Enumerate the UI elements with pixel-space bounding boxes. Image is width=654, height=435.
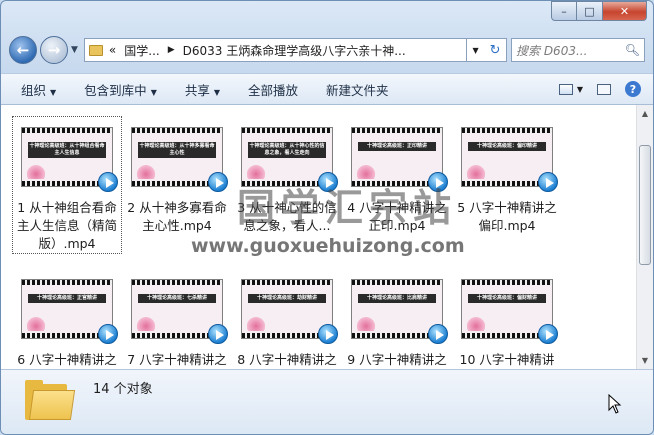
folder-icon [88,44,103,56]
breadcrumb-item[interactable]: D6033 王炳森命理学高级八字六亲十神... [183,42,406,59]
chevron-down-icon: ▼ [150,87,157,97]
lotus-icon [26,315,46,331]
minimize-button[interactable]: – [551,1,577,21]
breadcrumb-separator-icon[interactable]: ▶ [168,45,175,55]
play-icon [98,172,118,192]
command-bar: 组织 ▼ 包含到库中 ▼ 共享 ▼ 全部播放 新建文件夹 ▼ ? [1,73,653,105]
file-name[interactable]: 5 八字十神精讲之偏印.mp4 [453,199,561,235]
video-thumbnail[interactable]: 十神理论高级班：偏财精讲 [461,279,558,344]
recent-pages-dropdown[interactable]: ▼ [71,45,78,55]
video-thumbnail[interactable]: 十神理论高级班：正官精讲 [21,279,118,344]
lotus-icon [246,315,266,331]
video-thumbnail[interactable]: 十神理论高级班：比肩精讲 [351,279,448,344]
new-folder-button[interactable]: 新建文件夹 [326,80,389,99]
thumbnail-title: 十神理论高级班：七杀精讲 [138,294,216,303]
thumbnail-title: 十神理论高级班：从十神组合看命主人生信息 [28,142,106,158]
thumbnail-title: 十神理论高级班：比肩精讲 [358,294,436,303]
breadcrumb-overflow[interactable]: « [109,43,116,57]
file-name[interactable]: 7 八字十神精讲之偏官.mp4 [123,351,231,369]
file-item[interactable]: 十神理论高级班：比肩精讲 9 八字十神精讲之比肩.mp4 [343,269,451,369]
explorer-window: – □ ✕ ← → ▼ « 国学... ▶ D6033 王炳森命理学高级八字六亲… [0,0,654,435]
play-icon [208,172,228,192]
video-thumbnail[interactable]: 十神理论高级班：偏印精讲 [461,127,558,192]
file-item[interactable]: 十神理论高级班：劫财精讲 8 八字十神精讲之劫财,.mp4 [233,269,341,369]
navigation-bar: ← → ▼ « 国学... ▶ D6033 王炳森命理学高级八字六亲十神... … [9,35,645,65]
back-arrow-icon: ← [16,41,30,59]
vertical-scrollbar[interactable]: ▲ ▼ [636,105,653,369]
help-icon[interactable]: ? [625,81,641,97]
file-name[interactable]: 10 八字十神精讲之偏财.mp4 [453,351,561,369]
forward-arrow-icon: → [47,41,61,59]
item-count: 14 个对象 [93,382,153,397]
thumbnail-title: 十神理论高级班：偏印精讲 [468,142,546,151]
chevron-down-icon: ▼ [213,87,221,97]
toolbar-right: ▼ ? [545,81,641,97]
preview-pane-icon[interactable] [597,83,611,95]
caption-buttons: – □ ✕ [551,1,647,21]
file-item[interactable]: 十神理论高级班：从十神组合看命主人生信息 1 从十神组合看命主人生信息（精简版）.… [12,116,122,254]
lotus-icon [466,315,486,331]
scroll-down-icon[interactable]: ▼ [637,352,653,369]
address-tools: ▼ ↻ [467,38,507,62]
play-icon [318,324,338,344]
video-thumbnail[interactable]: 十神理论高级班：劫财精讲 [241,279,338,344]
file-item[interactable]: 十神理论高级班：七杀精讲 7 八字十神精讲之偏官.mp4 [123,269,231,369]
view-dropdown-icon[interactable]: ▼ [577,85,583,94]
file-name[interactable]: 6 八字十神精讲之正官.mp4 [13,351,121,369]
search-icon[interactable]: 🔍︎ [625,43,640,57]
play-icon [208,324,228,344]
file-name[interactable]: 1 从十神组合看命主人生信息（精简版）.mp4 [13,199,121,253]
lotus-icon [356,315,376,331]
video-thumbnail[interactable]: 十神理论高级班：从十神多寡看命主心性 [131,127,228,192]
back-button[interactable]: ← [9,36,37,64]
file-item[interactable]: 十神理论高级班：从十神多寡看命主心性 2 从十神多寡看命主心性.mp4 [123,117,231,235]
thumbnail-title: 十神理论高级班：偏财精讲 [468,294,546,303]
play-icon [98,324,118,344]
lotus-icon [466,163,486,179]
organize-button[interactable]: 组织 ▼ [21,80,56,99]
maximize-button[interactable]: □ [577,1,603,21]
video-thumbnail[interactable]: 十神理论高级班：七杀精讲 [131,279,228,344]
folder-icon [25,380,76,420]
play-icon [538,324,558,344]
share-button[interactable]: 共享 ▼ [185,80,220,99]
address-dropdown-icon[interactable]: ▼ [472,46,478,55]
video-thumbnail[interactable]: 十神理论高级班：从十神组合看命主人生信息 [21,127,118,192]
thumbnail-title: 十神理论高级班：劫财精讲 [248,294,326,303]
file-item[interactable]: 十神理论高级班：偏财精讲 10 八字十神精讲之偏财.mp4 [453,269,561,369]
forward-button[interactable]: → [40,36,68,64]
lotus-icon [136,163,156,179]
thumbnail-title: 十神理论高级班：从十神心性的信息之象，看人生走向 [248,142,326,158]
lotus-icon [136,315,156,331]
thumbnail-title: 十神理论高级班：正官精讲 [28,294,106,303]
breadcrumb-item[interactable]: 国学... [124,42,159,59]
chevron-down-icon: ▼ [50,87,57,97]
search-input[interactable]: 搜索 D603... [516,42,625,59]
file-name[interactable]: 9 八字十神精讲之比肩.mp4 [343,351,451,369]
play-all-button[interactable]: 全部播放 [248,80,298,99]
close-button[interactable]: ✕ [603,1,647,21]
file-item[interactable]: 十神理论高级班：偏印精讲 5 八字十神精讲之偏印.mp4 [453,117,561,235]
file-list-pane[interactable]: 十神理论高级班：从十神组合看命主人生信息 1 从十神组合看命主人生信息（精简版）.… [1,105,653,369]
mouse-cursor-icon [608,394,622,414]
refresh-icon[interactable]: ↻ [490,43,501,58]
view-options-icon[interactable] [558,83,573,95]
file-name[interactable]: 8 八字十神精讲之劫财,.mp4 [233,351,341,369]
play-icon [538,172,558,192]
search-box[interactable]: 搜索 D603... 🔍︎ [511,38,645,62]
file-name[interactable]: 2 从十神多寡看命主心性.mp4 [123,199,231,235]
thumbnail-title: 十神理论高级班：从十神多寡看命主心性 [138,142,216,158]
scrollbar-thumb[interactable] [639,145,651,265]
watermark-url: www.guoxuehuizong.com [191,235,465,257]
scroll-up-icon[interactable]: ▲ [637,105,653,122]
file-item[interactable]: 十神理论高级班：正官精讲 6 八字十神精讲之正官.mp4 [13,269,121,369]
lotus-icon [26,163,46,179]
watermark-text: 国学汇宗站 [237,186,458,230]
thumbnail-title: 十神理论高级班：正印精讲 [358,142,436,151]
include-in-library-button[interactable]: 包含到库中 ▼ [84,80,157,99]
address-bar[interactable]: « 国学... ▶ D6033 王炳森命理学高级八字六亲十神... [83,38,467,62]
details-pane: 14 个对象 [1,369,653,434]
play-icon [428,324,448,344]
